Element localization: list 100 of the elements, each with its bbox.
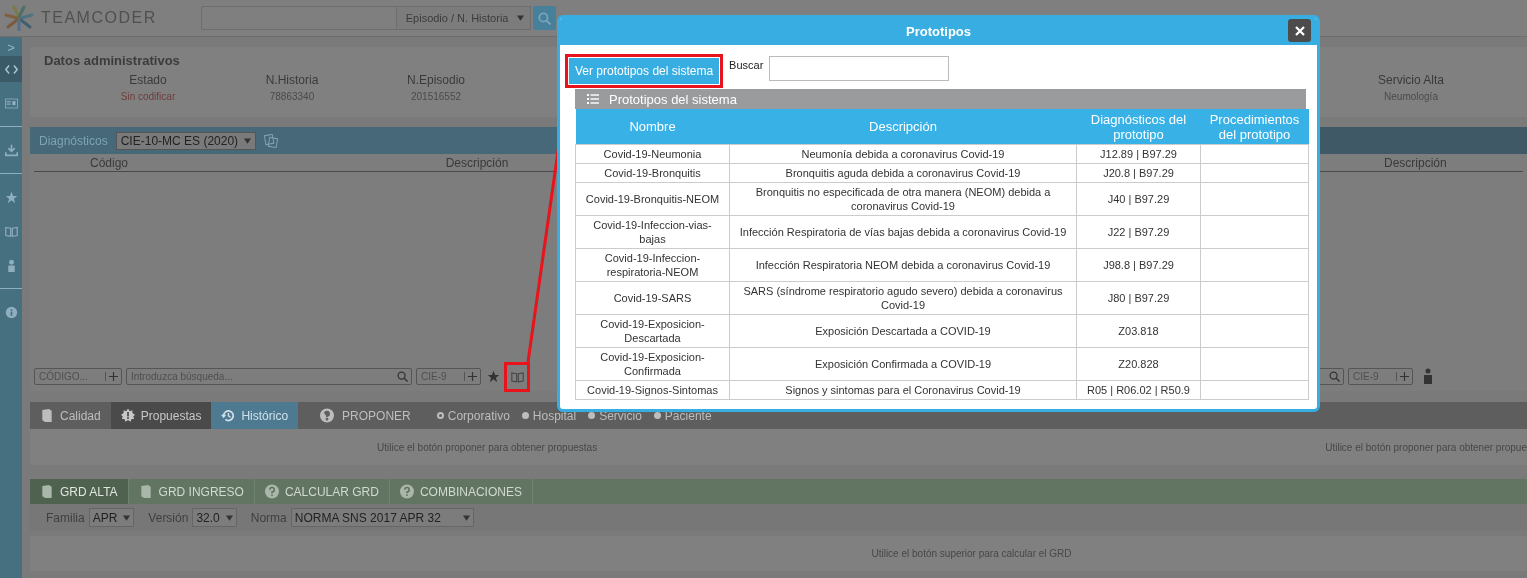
list-icon [587,94,599,104]
filter-label: Versión [148,510,189,525]
filter-select[interactable]: 32.0 [192,508,237,527]
column-header: Procedimientos del prototipo [1200,109,1309,145]
copy-icon[interactable] [264,133,279,148]
search-label: Buscar [729,59,764,71]
column-header: Diagnósticos del prototipo [1076,109,1201,145]
help-icon [399,484,414,499]
search-icon[interactable] [1329,370,1340,382]
table-cell: Z03.818 [1076,314,1201,348]
field-label: Estado [129,73,167,87]
caret-icon [123,514,131,521]
field-label: Servicio Alta [1378,73,1444,87]
plus-icon[interactable] [105,371,118,381]
caret-icon [225,514,233,521]
table-cell: J80 | B97.29 [1076,281,1201,315]
tab[interactable]: Propuestas [110,402,212,429]
filter-select[interactable]: APR [88,508,135,527]
filter-select[interactable]: NORMA SNS 2017 APR 32 [290,508,474,527]
field-value: Sin codificar [120,91,176,102]
column-header: Nombre [575,109,730,145]
table-cell: J22 | B97.29 [1076,215,1201,249]
logo-icon [4,5,34,31]
person-icon[interactable] [1423,368,1433,384]
plus-icon[interactable] [464,371,477,381]
table-cell: J20.8 | B97.29 [1076,163,1201,183]
table-cell: Covid-19-Infeccion-respiratoria-NEOM [575,248,730,282]
radio-button[interactable] [653,412,661,419]
caret-icon [516,15,524,21]
tab[interactable]: GRD ALTA [30,479,129,504]
panel-title: Diagnósticos [39,133,108,148]
id-card-icon [4,96,18,110]
table-cell: SARS (síndrome respiratorio agudo severo) debida a coronavirus Covid-19 [729,281,1077,315]
classification-select[interactable]: CIE-10-MC ES (2020) [115,131,257,150]
caret-icon [244,137,252,144]
table-cell: Infección Respiratoria de vías bajas debida a coronavirus Covid-19 [729,215,1077,249]
table-cell: Infección Respiratoria NEOM debida a coronavirus Covid-19 [729,248,1077,282]
radio-label: Paciente [664,408,712,423]
star-icon [4,190,18,204]
code-icon [4,62,18,76]
table-cell: Covid-19-Exposicion-Descartada [575,314,730,348]
tab[interactable]: Histórico [211,402,299,429]
filter-label: Norma [250,510,287,525]
radio-button[interactable] [436,412,444,419]
section-title: Prototipos del sistema [609,91,737,107]
radio-option[interactable]: Corporativo [436,402,510,429]
system-prototypes-button[interactable]: Ver prototipos del sistema [569,58,720,84]
table-cell: Covid-19-Bronquitis-NEOM [575,182,730,216]
help-icon [264,484,279,499]
search-scope-select[interactable]: Episodio / N. Historia [395,6,531,30]
table-cell: Exposición Descartada a COVID-19 [729,314,1077,348]
column-header: Descripción [1384,155,1448,170]
table-cell: Covid-19-Signos-Sintomas [575,380,730,400]
panel-title: Datos administrativos [44,53,180,68]
search-field[interactable] [769,56,950,81]
radio-label: Hospital [532,408,577,423]
table-cell: Z20.828 [1076,347,1201,381]
alert-badge-icon [120,408,135,423]
dialog-title: Prototipos [906,24,971,39]
radio-button[interactable] [588,412,596,419]
book-icon[interactable] [510,371,524,383]
help-icon [320,408,335,423]
caret-icon [462,514,470,521]
table-cell: Covid-19-Infeccion-vias-bajas [575,215,730,249]
plus-icon[interactable] [1396,371,1409,381]
radio-button[interactable] [521,412,529,419]
column-header: Descripción [444,155,510,170]
column-header: Código [89,155,129,170]
book-icon [138,484,153,499]
search-button[interactable] [532,6,556,30]
table-cell: Bronquitis aguda debida a coronavirus Covid-19 [729,163,1077,183]
field-label: N.Episodio [407,73,465,87]
table-cell: Covid-19-Exposicion-Confirmada [575,347,730,381]
sidebar-toggle[interactable]: > [0,40,22,56]
filter-label: Familia [46,510,85,525]
table-cell: Bronquitis no especificada de otra manera (NEOM) debida a coronavirus Covid-19 [729,182,1077,216]
sidebar-item[interactable] [0,56,22,82]
info-icon [4,305,18,319]
table-cell: J98.8 | B97.29 [1076,248,1201,282]
book-icon [4,224,18,238]
search-icon[interactable] [397,370,408,382]
radio-option[interactable]: Paciente [653,402,712,429]
table-cell: Neumonía debida a coronavirus Covid-19 [729,144,1077,164]
table-cell: Exposición Confirmada a COVID-19 [729,347,1077,381]
field-label: N.Historia [265,73,319,87]
table-cell: Covid-19-Bronquitis [575,163,730,183]
book-icon [40,484,54,499]
table-cell: Covid-19-SARS [575,281,730,315]
close-button[interactable] [1288,19,1311,42]
download-icon [4,143,18,157]
table-cell: J40 | B97.29 [1076,182,1201,216]
radio-option[interactable]: Hospital [521,402,577,429]
history-icon [221,408,236,423]
radio-label: Corporativo [447,408,510,423]
search-icon [537,11,551,25]
star-icon[interactable] [487,369,500,383]
close-icon [1294,25,1305,36]
column-header: Descripción [729,109,1077,145]
table-cell: J12.89 | B97.29 [1076,144,1201,164]
table-cell: Covid-19-Neumonia [575,144,730,164]
